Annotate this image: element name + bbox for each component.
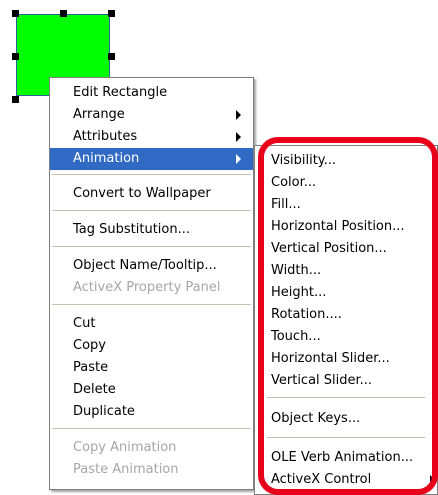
canvas: Edit Rectangle Arrange Attributes Animat…	[0, 0, 438, 495]
menu-item-tag-substitution[interactable]: Tag Substitution...	[50, 219, 253, 241]
menu-item-label: Animation	[73, 151, 140, 166]
submenu-item-label: Horizontal Slider...	[271, 351, 390, 366]
submenu-arrow-icon	[236, 154, 241, 164]
menu-item-copy-animation: Copy Animation	[50, 437, 253, 459]
menu-item-cut[interactable]: Cut	[50, 313, 253, 335]
menu-item-duplicate[interactable]: Duplicate	[50, 401, 253, 423]
menu-item-animation[interactable]: Animation	[50, 148, 253, 170]
submenu-item-label: Visibility...	[271, 153, 337, 168]
submenu-item-label: Width...	[271, 263, 322, 278]
submenu-item-label: Rotation....	[271, 307, 342, 322]
submenu-item-label: OLE Verb Animation...	[271, 450, 414, 465]
submenu-item-label: ActiveX Control	[271, 472, 372, 487]
menu-item-convert-to-wallpaper[interactable]: Convert to Wallpaper	[50, 183, 253, 205]
submenu-item-touch[interactable]: Touch...	[255, 326, 437, 348]
menu-item-paste[interactable]: Paste	[50, 357, 253, 379]
menu-item-object-name-tooltip[interactable]: Object Name/Tooltip...	[50, 255, 253, 277]
resize-handle-middle-left[interactable]	[12, 53, 19, 60]
menu-separator	[267, 397, 425, 398]
menu-item-arrange[interactable]: Arrange	[50, 104, 253, 126]
menu-item-label: Paste Animation	[73, 462, 179, 477]
menu-item-label: Tag Substitution...	[73, 222, 190, 237]
menu-separator	[52, 174, 251, 175]
menu-separator	[267, 437, 425, 438]
menu-separator	[52, 304, 251, 305]
context-menu: Edit Rectangle Arrange Attributes Animat…	[49, 77, 254, 490]
resize-handle-top-middle[interactable]	[60, 10, 67, 17]
submenu-item-label: Color...	[271, 175, 317, 190]
submenu-item-label: Height...	[271, 285, 327, 300]
submenu-item-label: Fill...	[271, 197, 301, 212]
submenu-item-label: Horizontal Position...	[271, 219, 405, 234]
submenu-item-horizontal-slider[interactable]: Horizontal Slider...	[255, 348, 437, 370]
menu-item-label: Object Name/Tooltip...	[73, 258, 217, 273]
submenu-item-rotation[interactable]: Rotation....	[255, 304, 437, 326]
submenu-item-label: Object Keys...	[271, 411, 361, 426]
menu-item-label: Convert to Wallpaper	[73, 186, 211, 201]
submenu-item-object-keys[interactable]: Object Keys...	[255, 408, 437, 430]
menu-item-label: Attributes	[73, 129, 138, 144]
menu-item-delete[interactable]: Delete	[50, 379, 253, 401]
menu-separator	[52, 246, 251, 247]
menu-item-label: Copy Animation	[73, 440, 177, 455]
menu-separator	[52, 210, 251, 211]
submenu-item-visibility[interactable]: Visibility...	[255, 150, 437, 172]
resize-handle-top-left[interactable]	[12, 10, 19, 17]
menu-item-activex-property-panel: ActiveX Property Panel	[50, 277, 253, 299]
submenu-item-vertical-position[interactable]: Vertical Position...	[255, 238, 437, 260]
submenu-item-color[interactable]: Color...	[255, 172, 437, 194]
animation-submenu: Visibility... Color... Fill... Horizonta…	[254, 145, 438, 495]
submenu-item-label: Vertical Position...	[271, 241, 387, 256]
submenu-item-ole-verb-animation[interactable]: OLE Verb Animation...	[255, 447, 437, 469]
menu-item-label: Edit Rectangle	[73, 85, 168, 100]
menu-item-label: Duplicate	[73, 404, 135, 419]
submenu-item-activex-control[interactable]: ActiveX Control	[255, 469, 437, 491]
submenu-arrow-icon	[236, 132, 241, 142]
submenu-item-horizontal-position[interactable]: Horizontal Position...	[255, 216, 437, 238]
menu-item-label: ActiveX Property Panel	[73, 280, 221, 295]
submenu-item-vertical-slider[interactable]: Vertical Slider...	[255, 370, 437, 392]
menu-separator	[52, 428, 251, 429]
submenu-arrow-icon	[236, 110, 241, 120]
submenu-item-label: Touch...	[271, 329, 321, 344]
resize-handle-top-right[interactable]	[108, 10, 115, 17]
submenu-item-width[interactable]: Width...	[255, 260, 437, 282]
menu-item-label: Delete	[73, 382, 116, 397]
menu-item-edit-rectangle[interactable]: Edit Rectangle	[50, 82, 253, 104]
submenu-item-fill[interactable]: Fill...	[255, 194, 437, 216]
submenu-item-label: Vertical Slider...	[271, 373, 373, 388]
submenu-arrow-icon	[430, 475, 435, 485]
menu-item-paste-animation: Paste Animation	[50, 459, 253, 481]
menu-item-label: Cut	[73, 316, 96, 331]
menu-item-label: Paste	[73, 360, 109, 375]
resize-handle-middle-right[interactable]	[108, 53, 115, 60]
menu-item-attributes[interactable]: Attributes	[50, 126, 253, 148]
menu-item-label: Copy	[73, 338, 106, 353]
submenu-item-height[interactable]: Height...	[255, 282, 437, 304]
menu-item-copy[interactable]: Copy	[50, 335, 253, 357]
resize-handle-bottom-left[interactable]	[12, 96, 19, 103]
menu-item-label: Arrange	[73, 107, 125, 122]
